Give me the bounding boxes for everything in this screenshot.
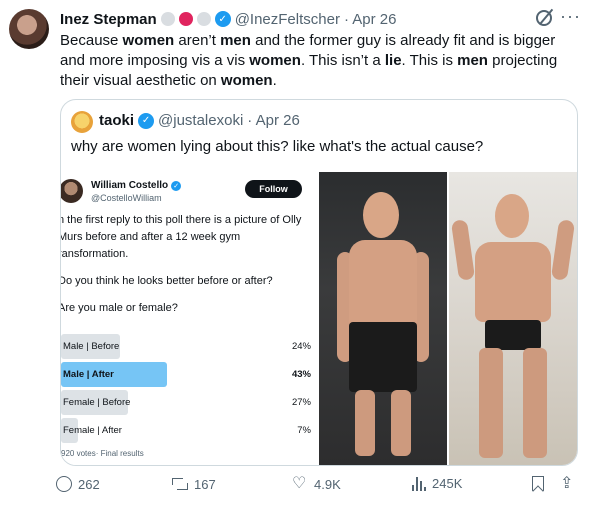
- like-button[interactable]: ♡ 4.9K: [292, 476, 341, 492]
- poll-verified-icon: ✓: [171, 180, 182, 191]
- quote-header: taoki ✓ @justalexoki · Apr 26: [99, 112, 300, 129]
- quote-time: · Apr 26: [247, 112, 300, 129]
- poll-option-percent: 27%: [291, 397, 311, 408]
- poll-options: Male | Before 24% Male | After 43% Femal…: [61, 334, 313, 446]
- reply-count: 262: [78, 476, 100, 492]
- poll-option-percent: 43%: [291, 369, 311, 380]
- reply-icon: [56, 476, 72, 492]
- tweet-header: Inez Stepman ✓ @InezFeltscher · Apr 26: [60, 9, 396, 29]
- bookmark-icon: [532, 476, 544, 491]
- poll-author-name: William Costello ✓: [91, 180, 182, 191]
- quoted-tweet[interactable]: taoki ✓ @justalexoki · Apr 26 why are wo…: [60, 99, 578, 466]
- poll-option-label: Male | Before: [63, 341, 120, 352]
- poll-paragraph: Are you male or female?: [61, 302, 178, 314]
- before-photo[interactable]: [319, 172, 447, 465]
- poll-option: Male | Before 24%: [61, 334, 313, 359]
- author-handle[interactable]: @InezFeltscher: [235, 11, 340, 28]
- follow-button: Follow: [245, 180, 302, 198]
- share-button[interactable]: ⇪: [560, 476, 576, 492]
- author-avatar[interactable]: [9, 9, 49, 49]
- poll-option: Male | After 43%: [61, 362, 313, 387]
- poll-paragraph: Do you think he looks better before or a…: [61, 275, 273, 287]
- share-icon: ⇪: [560, 475, 574, 492]
- author-name[interactable]: Inez Stepman: [60, 11, 157, 28]
- grok-icon[interactable]: [536, 10, 552, 26]
- poll-option: Female | After 7%: [61, 418, 313, 443]
- views-count: 245K: [432, 476, 463, 491]
- before-figure: [319, 172, 447, 465]
- poll-text: n the first reply to this poll there is …: [61, 212, 308, 327]
- poll-author-avatar: [61, 179, 83, 203]
- quote-author-avatar: [71, 111, 93, 133]
- poll-screenshot[interactable]: William Costello ✓ @CostelloWilliam Follo…: [61, 172, 317, 465]
- repost-icon: [172, 476, 188, 492]
- poll-option-percent: 24%: [291, 341, 311, 352]
- analytics-icon: [412, 476, 426, 491]
- poll-option: Female | Before 27%: [61, 390, 313, 415]
- quote-text: why are women lying about this? like wha…: [71, 138, 484, 155]
- profile-emoji-1: [160, 12, 175, 26]
- action-bar: 262 167 ♡ 4.9K 245K ⇪: [56, 476, 578, 496]
- poll-option-label: Female | Before: [63, 397, 131, 408]
- heart-icon: ♡: [292, 475, 307, 492]
- after-photo[interactable]: [449, 172, 577, 465]
- tweet-time[interactable]: · Apr 26: [344, 11, 397, 28]
- reply-button[interactable]: 262: [56, 476, 100, 492]
- profile-emoji-3: [196, 12, 211, 26]
- bookmark-button[interactable]: [532, 476, 544, 491]
- repost-count: 167: [194, 476, 216, 492]
- poll-paragraph: n the first reply to this poll there is …: [61, 214, 302, 260]
- repost-button[interactable]: 167: [172, 476, 216, 492]
- poll-option-label: Male | After: [63, 369, 114, 380]
- quote-author-name: taoki: [99, 112, 135, 129]
- more-options-icon[interactable]: ···: [560, 6, 581, 27]
- quote-verified-badge-icon: ✓: [138, 112, 155, 129]
- like-count: 4.9K: [314, 476, 341, 492]
- poll-option-label: Female | After: [63, 425, 122, 436]
- after-figure: [449, 172, 577, 465]
- poll-footer: 920 votes· Final results: [61, 449, 144, 458]
- quote-author-handle: @justalexoki: [158, 112, 244, 129]
- verified-badge-icon: ✓: [214, 11, 231, 27]
- poll-author-handle: @CostelloWilliam: [91, 193, 162, 203]
- tweet-text: Because women aren’t men and the former …: [60, 32, 558, 89]
- poll-option-percent: 7%: [297, 425, 311, 436]
- quote-media[interactable]: William Costello ✓ @CostelloWilliam Follo…: [61, 172, 577, 465]
- views-button[interactable]: 245K: [412, 476, 462, 491]
- profile-emoji-2: [178, 12, 193, 26]
